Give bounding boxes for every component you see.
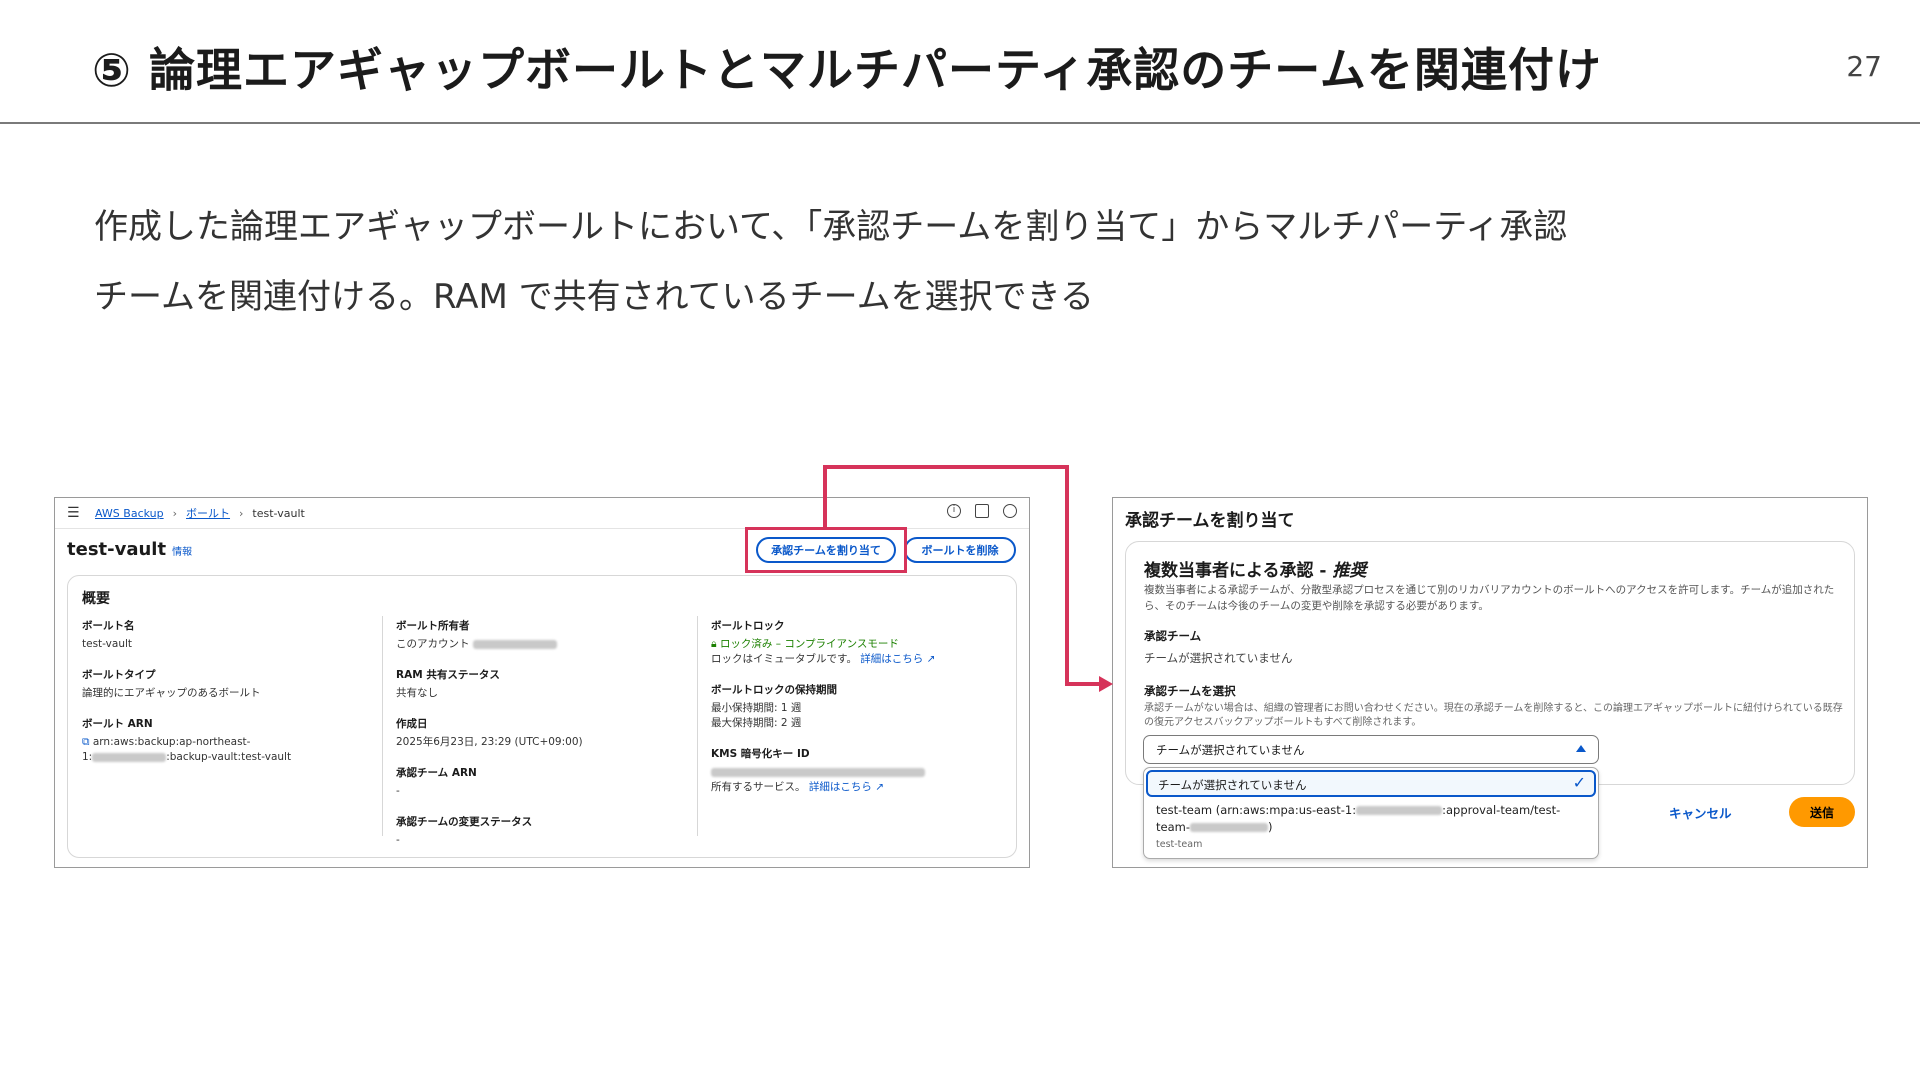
cancel-button[interactable]: キャンセル <box>1669 803 1732 822</box>
slide-title: ⑤ 論理エアギャップボールトとマルチパーティ承認のチームを関連付け <box>92 43 1602 97</box>
breadcrumb-vaults[interactable]: ボールト <box>186 505 230 521</box>
option-label-prefix: test-team (arn:aws:mpa:us-east-1: <box>1156 803 1357 817</box>
kms-value: 所有するサービス。 詳細はこちら ↗ <box>711 765 1011 795</box>
settings-icon[interactable] <box>1003 504 1017 518</box>
lock-note: ロックはイミュータブルです。 <box>711 653 857 665</box>
team-value: チームが選択されていません <box>1144 651 1293 665</box>
retention-value: 最小保持期間: 1 週 最大保持期間: 2 週 <box>711 701 1011 731</box>
overview-column-1: ボールト名 test-vault ボールトタイプ論理的にエアギャップのあるボールト… <box>82 618 382 780</box>
kms-note: 所有するサービス。 <box>711 781 806 793</box>
field-label: ボールトタイプ <box>82 669 156 681</box>
page-title: test-vault 情報 <box>67 539 192 560</box>
redacted-account-id <box>92 752 167 762</box>
arn-line-2-suffix: :backup-vault:test-vault <box>166 751 292 763</box>
panel-heading-text: 複数当事者による承認 - <box>1144 561 1333 581</box>
slide-body: 作成した論理エアギャップボールトにおいて、「承認チームを割り当て」からマルチパー… <box>94 192 1834 332</box>
external-link-icon: ↗ <box>926 653 936 665</box>
field-label: 承認チームの変更ステータス <box>396 816 533 828</box>
assign-team-screenshot: 承認チームを割り当て 複数当事者による承認 - 推奨 複数当事者による承認チーム… <box>1112 497 1868 868</box>
external-link-icon: ↗ <box>875 781 884 793</box>
breadcrumb-current: test-vault <box>252 506 305 520</box>
modal-title: 承認チームを割り当て <box>1125 511 1295 531</box>
redacted-account-id <box>472 639 557 649</box>
column-divider <box>697 616 698 836</box>
console-topbar: ☰ AWS Backup › ボールト › test-vault <box>55 498 1029 528</box>
title-divider <box>0 122 1920 124</box>
learn-more-link[interactable]: 詳細はこちら <box>809 781 872 793</box>
column-divider <box>382 616 383 836</box>
redacted-team-id <box>1189 823 1268 832</box>
dropdown-option-none[interactable]: チームが選択されていません ✓ <box>1146 770 1596 797</box>
select-value: チームが選択されていません <box>1156 743 1305 757</box>
overview-column-3: ボールトロック 🔒︎ ロック済み – コンプライアンスモード ロックはイミュータ… <box>711 618 1011 810</box>
panel-heading: 複数当事者による承認 - 推奨 <box>1144 556 1366 581</box>
select-description: 承認チームがない場合は、組織の管理者にお問い合わせください。現在の承認チームを削… <box>1144 703 1843 728</box>
learn-more-link[interactable]: 詳細はこちら <box>860 653 923 665</box>
option-sublabel: test-team <box>1156 839 1203 850</box>
field-label: ボールトロック <box>711 620 785 632</box>
highlight-box <box>745 527 907 573</box>
copy-icon[interactable]: ⧉ <box>82 736 90 748</box>
owner-value: このアカウント <box>396 637 696 652</box>
chevron-right-icon: › <box>239 506 244 520</box>
team-select[interactable]: チームが選択されていません <box>1143 735 1599 764</box>
ram-status-value: 共有なし <box>396 687 438 699</box>
lock-icon: 🔒︎ <box>711 638 717 650</box>
overview-heading: 概要 <box>82 591 110 607</box>
field-label: ボールトロックの保持期間 <box>711 684 837 696</box>
vault-console-screenshot: ☰ AWS Backup › ボールト › test-vault i test-… <box>54 497 1030 868</box>
vault-arn-value: ⧉ arn:aws:backup:ap-northeast- 1: :backup… <box>82 735 382 765</box>
check-icon: ✓ <box>1572 773 1586 792</box>
overview-column-2: ボールト所有者 このアカウント RAM 共有ステータス 共有なし 作成日 2025年6… <box>396 618 696 863</box>
arn-line-2-prefix: 1: <box>82 751 93 763</box>
body-line-1: 作成した論理エアギャップボールトにおいて、「承認チームを割り当て」からマルチパー… <box>94 207 1568 247</box>
page-number: 27 <box>1846 50 1882 83</box>
arn-line-1: arn:aws:backup:ap-northeast- <box>92 736 251 748</box>
body-line-2: チームを関連付ける。RAM で共有されているチームを選択できる <box>94 277 1094 317</box>
team-arn-value: - <box>396 785 400 797</box>
select-label: 承認チームを選択 <box>1144 684 1236 698</box>
delete-vault-button[interactable]: ボールトを削除 <box>904 537 1016 563</box>
vault-lock-value: 🔒︎ ロック済み – コンプライアンスモード ロックはイミュータブルです。 詳細… <box>711 637 1011 667</box>
team-change-value: - <box>396 834 400 846</box>
retention-min: 最小保持期間: 1 週 <box>711 702 802 714</box>
vault-name-value: test-vault <box>82 638 133 650</box>
redacted-account-id <box>1356 806 1443 815</box>
retention-max: 最大保持期間: 2 週 <box>711 717 802 729</box>
owner-text: このアカウント <box>396 638 470 650</box>
created-value: 2025年6月23日, 23:29 (UTC+09:00) <box>396 736 583 748</box>
field-label: ボールト所有者 <box>396 620 470 632</box>
overview-card: 概要 ボールト名 test-vault ボールトタイプ論理的にエアギャップのあるボ… <box>67 575 1017 858</box>
option-label-line2-prefix: team- <box>1156 820 1190 834</box>
field-label: RAM 共有ステータス <box>396 669 500 681</box>
team-label: 承認チーム <box>1144 629 1202 643</box>
lock-status: ロック済み – コンプライアンスモード <box>719 638 899 650</box>
chevron-right-icon: › <box>172 506 178 520</box>
panel-heading-em: 推奨 <box>1332 561 1367 581</box>
vault-name-heading: test-vault <box>67 539 167 560</box>
field-label: 作成日 <box>396 718 428 730</box>
field-label: 承認チーム ARN <box>396 767 477 779</box>
caret-up-icon <box>1576 745 1586 752</box>
team-dropdown: チームが選択されていません ✓ test-team (arn:aws:mpa:u… <box>1143 767 1599 859</box>
feedback-icon[interactable] <box>975 504 989 518</box>
panel-description: 複数当事者による承認チームが、分散型承認プロセスを通じて別のリカバリアカウントの… <box>1144 584 1835 612</box>
topbar-icons: i <box>947 504 1017 518</box>
menu-icon[interactable]: ☰ <box>67 505 81 521</box>
field-label: ボールト ARN <box>82 718 153 730</box>
option-label-line2-suffix: ) <box>1267 820 1273 834</box>
submit-button[interactable]: 送信 <box>1789 797 1855 827</box>
redacted-kms-key <box>711 767 925 777</box>
breadcrumb-aws-backup[interactable]: AWS Backup <box>95 507 164 520</box>
info-icon[interactable]: i <box>947 504 961 518</box>
info-link[interactable]: 情報 <box>172 547 192 558</box>
field-label: KMS 暗号化キー ID <box>711 748 810 760</box>
option-label-suffix: :approval-team/test- <box>1442 803 1561 817</box>
dropdown-option-test-team[interactable]: test-team (arn:aws:mpa:us-east-1: :approv… <box>1156 802 1586 836</box>
vault-type-value: 論理的にエアギャップのあるボールト <box>82 687 261 699</box>
option-label: チームが選択されていません <box>1158 778 1307 792</box>
arrowhead-icon <box>1099 676 1113 692</box>
field-label: ボールト名 <box>82 620 135 632</box>
